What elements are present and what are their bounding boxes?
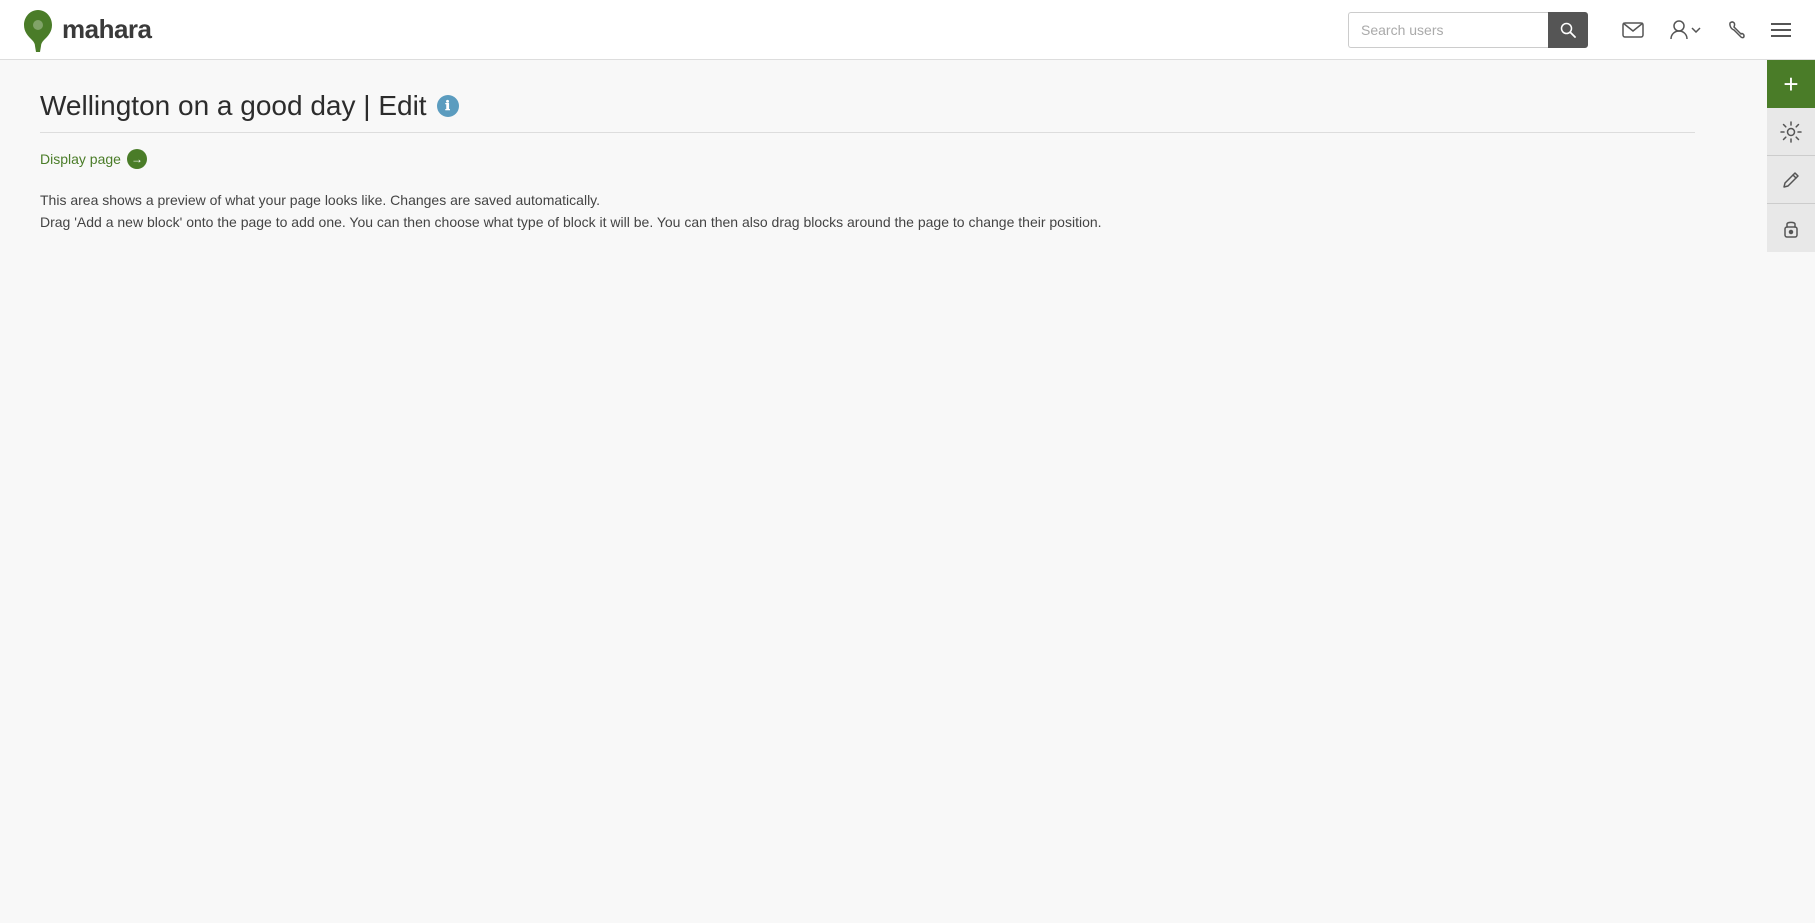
search-icon — [1560, 22, 1576, 38]
user-icon — [1670, 20, 1688, 40]
main-header: mahara — [0, 0, 1815, 60]
title-divider — [40, 132, 1695, 133]
header-icons — [1618, 16, 1795, 44]
page-title: Wellington on a good day | Edit — [40, 90, 427, 122]
add-block-button[interactable]: + — [1767, 60, 1815, 108]
search-button[interactable] — [1548, 12, 1588, 48]
menu-icon — [1771, 22, 1791, 38]
search-form — [1348, 12, 1588, 48]
edit-button[interactable] — [1767, 156, 1815, 204]
preview-line2: Drag 'Add a new block' onto the page to … — [40, 211, 1140, 233]
wrench-button[interactable] — [1723, 16, 1749, 44]
lock-icon — [1783, 218, 1799, 238]
chevron-down-icon — [1691, 27, 1701, 33]
page-title-row: Wellington on a good day | Edit ℹ — [40, 90, 1775, 122]
add-icon: + — [1783, 69, 1798, 100]
settings-button[interactable] — [1767, 108, 1815, 156]
preview-line1: This area shows a preview of what your p… — [40, 189, 1140, 211]
settings-icon — [1780, 121, 1802, 143]
user-menu-button[interactable] — [1666, 16, 1705, 44]
wrench-icon — [1727, 20, 1745, 40]
display-page-link[interactable]: Display page → — [40, 149, 147, 169]
preview-description: This area shows a preview of what your p… — [40, 189, 1140, 234]
mahara-logo-icon — [20, 8, 56, 52]
display-page-arrow-icon: → — [127, 149, 147, 169]
mail-icon — [1622, 22, 1644, 38]
search-input[interactable] — [1348, 12, 1548, 48]
info-icon[interactable]: ℹ — [437, 95, 459, 117]
mail-button[interactable] — [1618, 18, 1648, 42]
logo-text: mahara — [62, 14, 152, 45]
display-page-label: Display page — [40, 151, 121, 167]
lock-button[interactable] — [1767, 204, 1815, 252]
logo-link[interactable]: mahara — [20, 8, 152, 52]
right-sidebar: + — [1767, 60, 1815, 252]
pencil-icon — [1782, 171, 1800, 189]
main-content: Wellington on a good day | Edit ℹ Displa… — [0, 60, 1815, 920]
menu-button[interactable] — [1767, 18, 1795, 42]
